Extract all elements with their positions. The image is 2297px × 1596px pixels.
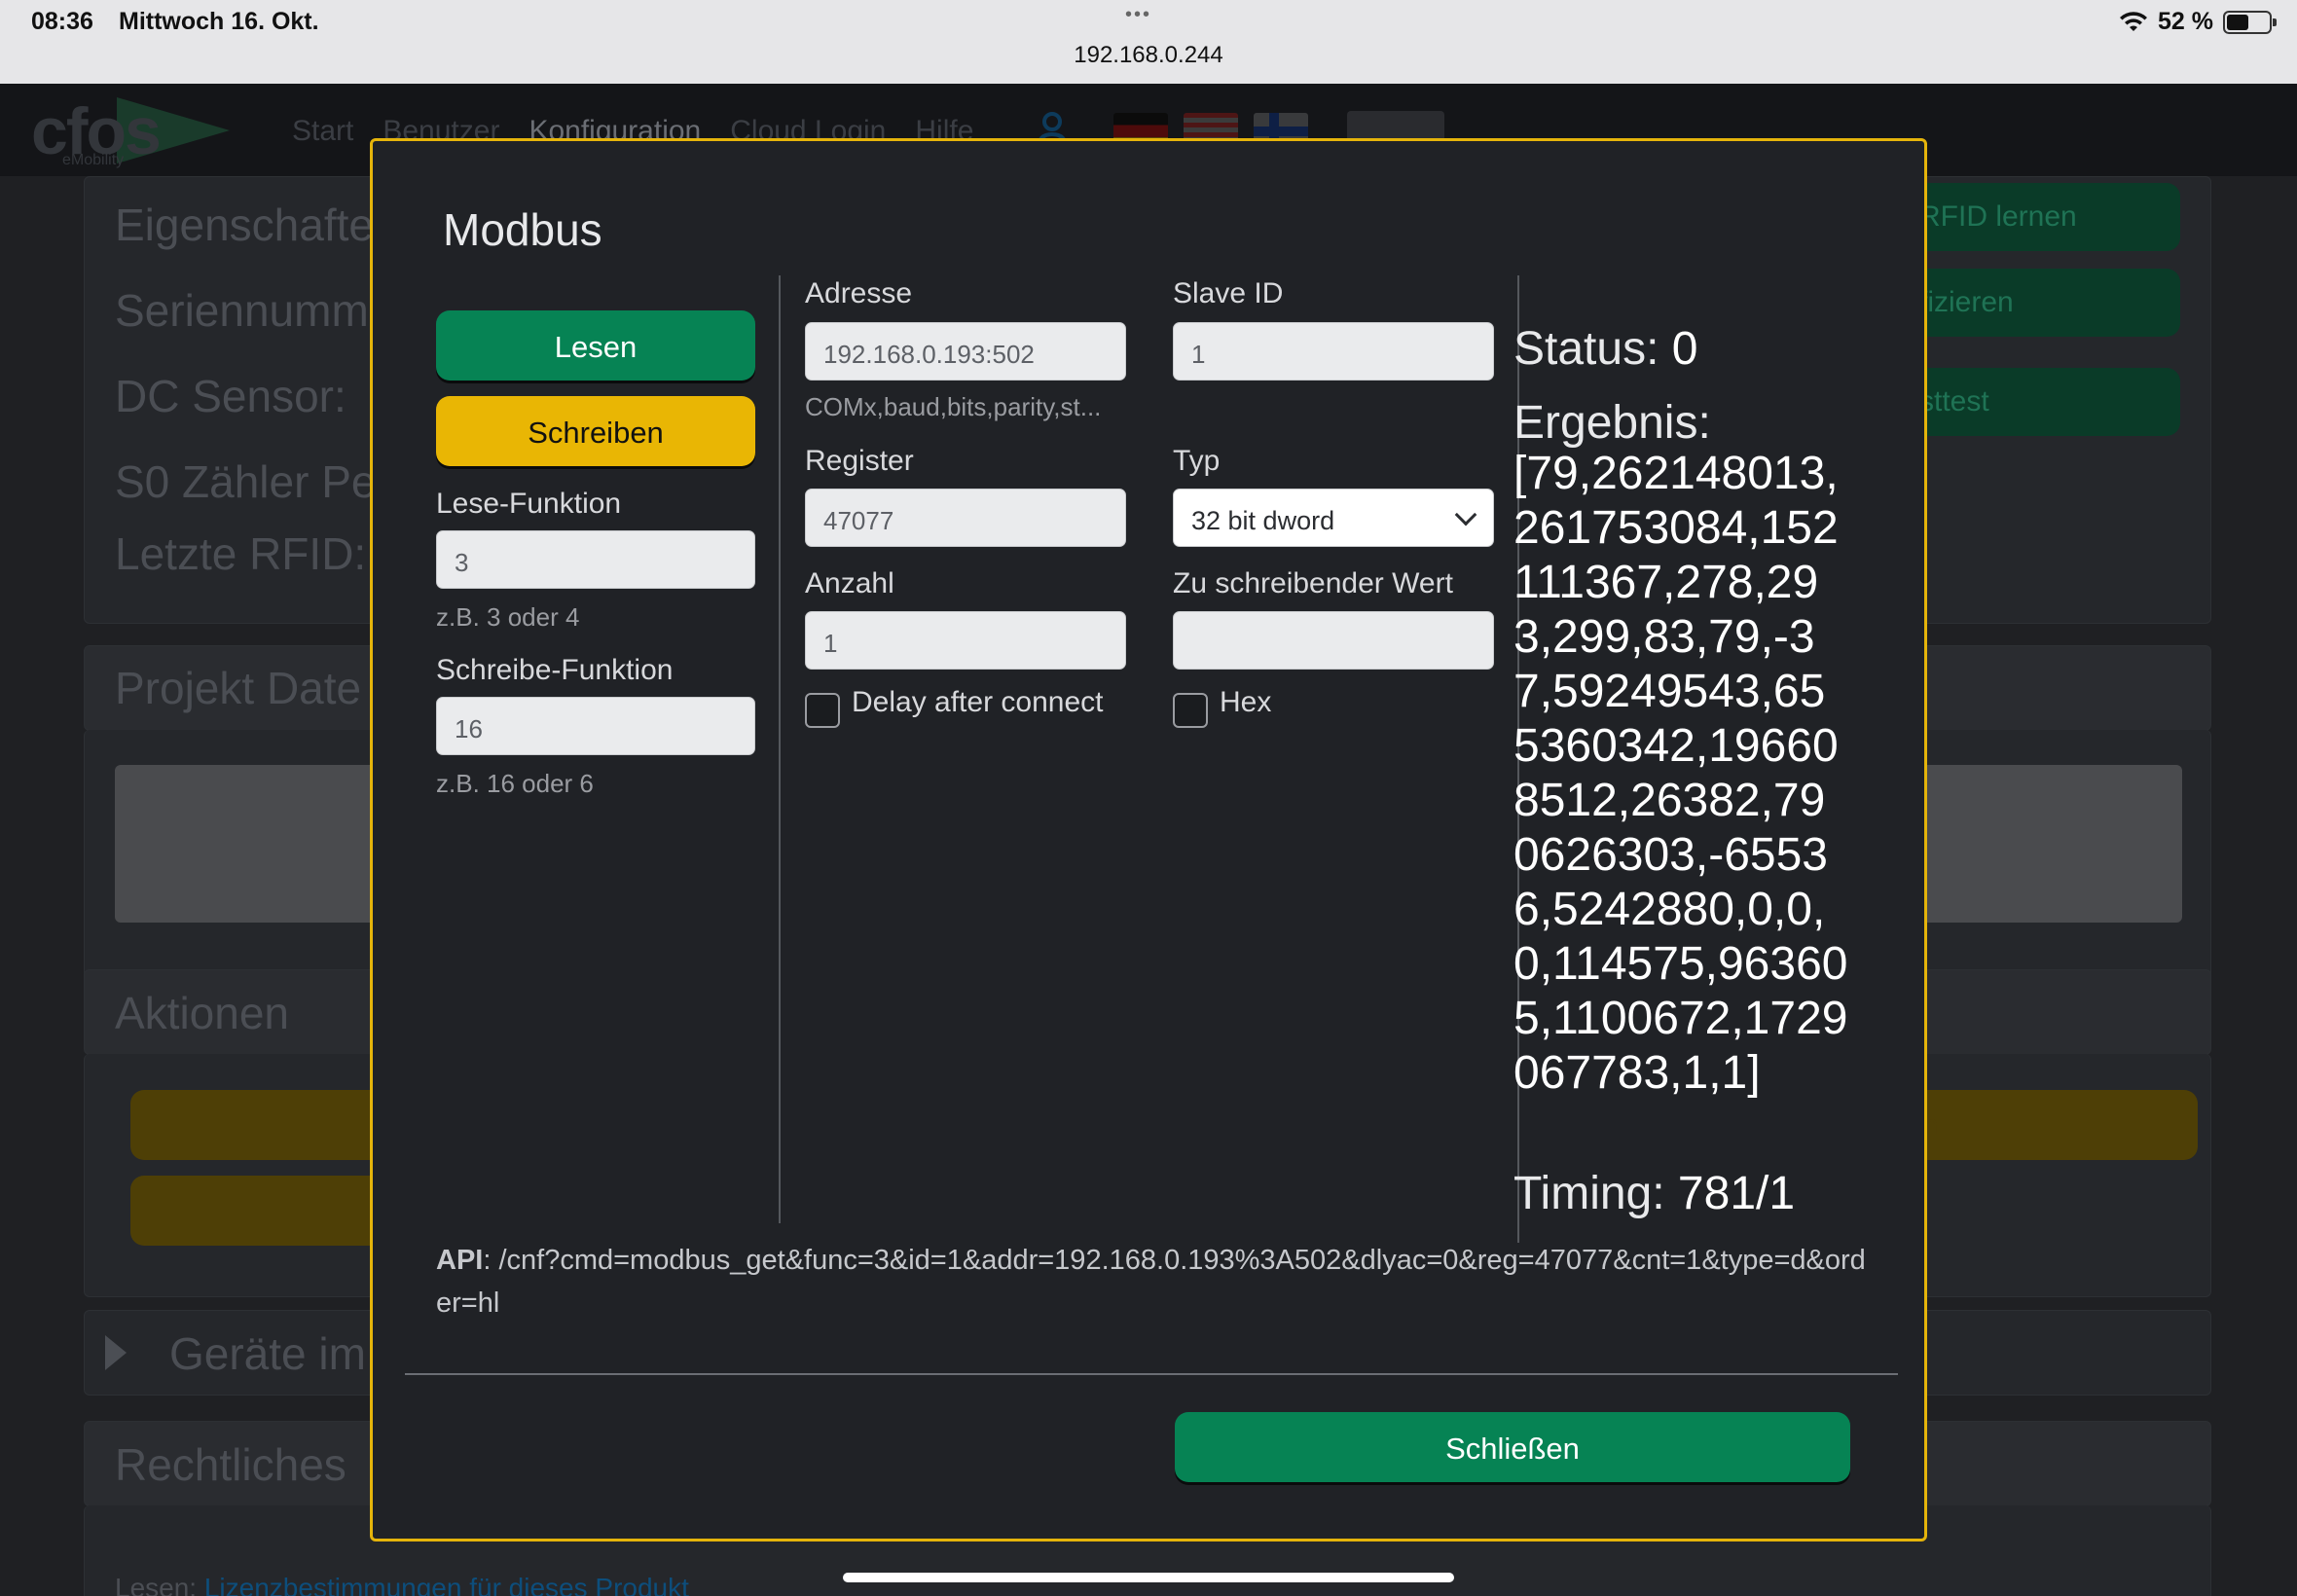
column-divider-1 (779, 275, 781, 1223)
bg-license-prefix: Lesen: (115, 1573, 198, 1596)
bg-row-serial: Seriennumm (115, 285, 369, 336)
status-line: Status: 0 (1513, 322, 1697, 377)
read-function-input[interactable]: 3 (436, 530, 755, 589)
slave-id-label: Slave ID (1173, 277, 1284, 309)
result-value: [79,262148013,261753084,152111367,278,29… (1513, 448, 1848, 1099)
write-function-hint: z.B. 16 oder 6 (436, 769, 594, 798)
type-label: Typ (1173, 445, 1221, 477)
delay-after-connect-label: Delay after connect (852, 686, 1104, 718)
bg-license-link[interactable]: Lizenzbestimmungen für dieses Produkt (204, 1573, 689, 1596)
write-button[interactable]: Schreiben (436, 396, 755, 466)
bg-actions-title: Aktionen (115, 988, 290, 1038)
status-label: Status: (1513, 323, 1659, 375)
type-select[interactable]: 32 bit dword (1173, 489, 1494, 547)
dialog-title: Modbus (443, 204, 602, 255)
expand-triangle-icon[interactable] (105, 1335, 127, 1370)
register-input[interactable]: 47077 (805, 489, 1126, 547)
write-function-label: Schreibe-Funktion (436, 654, 674, 686)
bg-legal-title: Rechtliches (115, 1439, 346, 1490)
slave-id-input[interactable]: 1 (1173, 322, 1494, 381)
hex-checkbox[interactable] (1173, 693, 1208, 728)
chevron-down-icon (1454, 503, 1477, 526)
bg-action-button-2[interactable] (130, 1176, 383, 1246)
timing-label: Timing: (1513, 1168, 1665, 1219)
bg-project-title: Projekt Date (115, 663, 362, 713)
api-value: : /cnf?cmd=modbus_get&func=3&id=1&addr=1… (436, 1245, 1866, 1319)
count-label: Anzahl (805, 567, 894, 599)
wifi-icon (2120, 11, 2148, 31)
nav-start[interactable]: Start (292, 115, 353, 148)
write-value-input[interactable] (1173, 611, 1494, 670)
clock: 08:36 (31, 8, 93, 35)
bg-license-line: Lesen: Lizenzbestimmungen für dieses Pro… (115, 1573, 689, 1596)
bg-devices-title: Geräte im (169, 1328, 366, 1379)
ios-status-bar: 08:36 Mittwoch 16. Okt. ••• 192.168.0.24… (0, 0, 2297, 84)
status-indicators: 52 % (2119, 8, 2277, 36)
home-indicator[interactable] (843, 1573, 1454, 1582)
read-button[interactable]: Lesen (436, 310, 755, 381)
timing-line: Timing: 781/1 (1513, 1167, 1795, 1221)
read-function-label: Lese-Funktion (436, 488, 622, 520)
bg-row-properties: Eigenschafte (115, 200, 374, 250)
count-input[interactable]: 1 (805, 611, 1126, 670)
battery-level (2227, 14, 2248, 30)
api-label: API (436, 1245, 484, 1276)
result-label: Ergebnis: (1513, 397, 1711, 449)
status-value: 0 (1671, 323, 1698, 375)
write-function-input[interactable]: 16 (436, 697, 755, 755)
bg-row-s0-meter: S0 Zähler Pe (115, 456, 377, 507)
timing-value: 781/1 (1677, 1168, 1796, 1219)
battery-icon (2223, 10, 2277, 34)
write-value-label: Zu schreibender Wert (1173, 567, 1453, 599)
delay-after-connect-checkbox[interactable] (805, 693, 840, 728)
modbus-dialog: Modbus Lesen Schreiben Lese-Funktion 3 z… (370, 138, 1927, 1542)
address-bar-url[interactable]: 192.168.0.244 (0, 42, 2297, 69)
address-label: Adresse (805, 277, 913, 309)
footer-divider (405, 1373, 1898, 1375)
type-select-value: 32 bit dword (1191, 506, 1335, 535)
read-function-hint: z.B. 3 oder 4 (436, 602, 580, 632)
api-url-text: API: /cnf?cmd=modbus_get&func=3&id=1&add… (436, 1239, 1867, 1324)
address-input[interactable]: 192.168.0.193:502 (805, 322, 1126, 381)
hex-label: Hex (1220, 686, 1272, 718)
bg-row-dc-sensor: DC Sensor: (115, 371, 346, 421)
logo-subtitle: eMobility (62, 152, 125, 168)
more-dots-icon[interactable]: ••• (1125, 4, 1151, 26)
close-button[interactable]: Schließen (1175, 1412, 1850, 1482)
register-label: Register (805, 445, 914, 477)
battery-percent: 52 % (2158, 8, 2213, 35)
date: Mittwoch 16. Okt. (119, 8, 319, 35)
address-hint: COMx,baud,bits,parity,st... (805, 392, 1102, 421)
bg-row-last-rfid: Letzte RFID: (115, 528, 367, 579)
